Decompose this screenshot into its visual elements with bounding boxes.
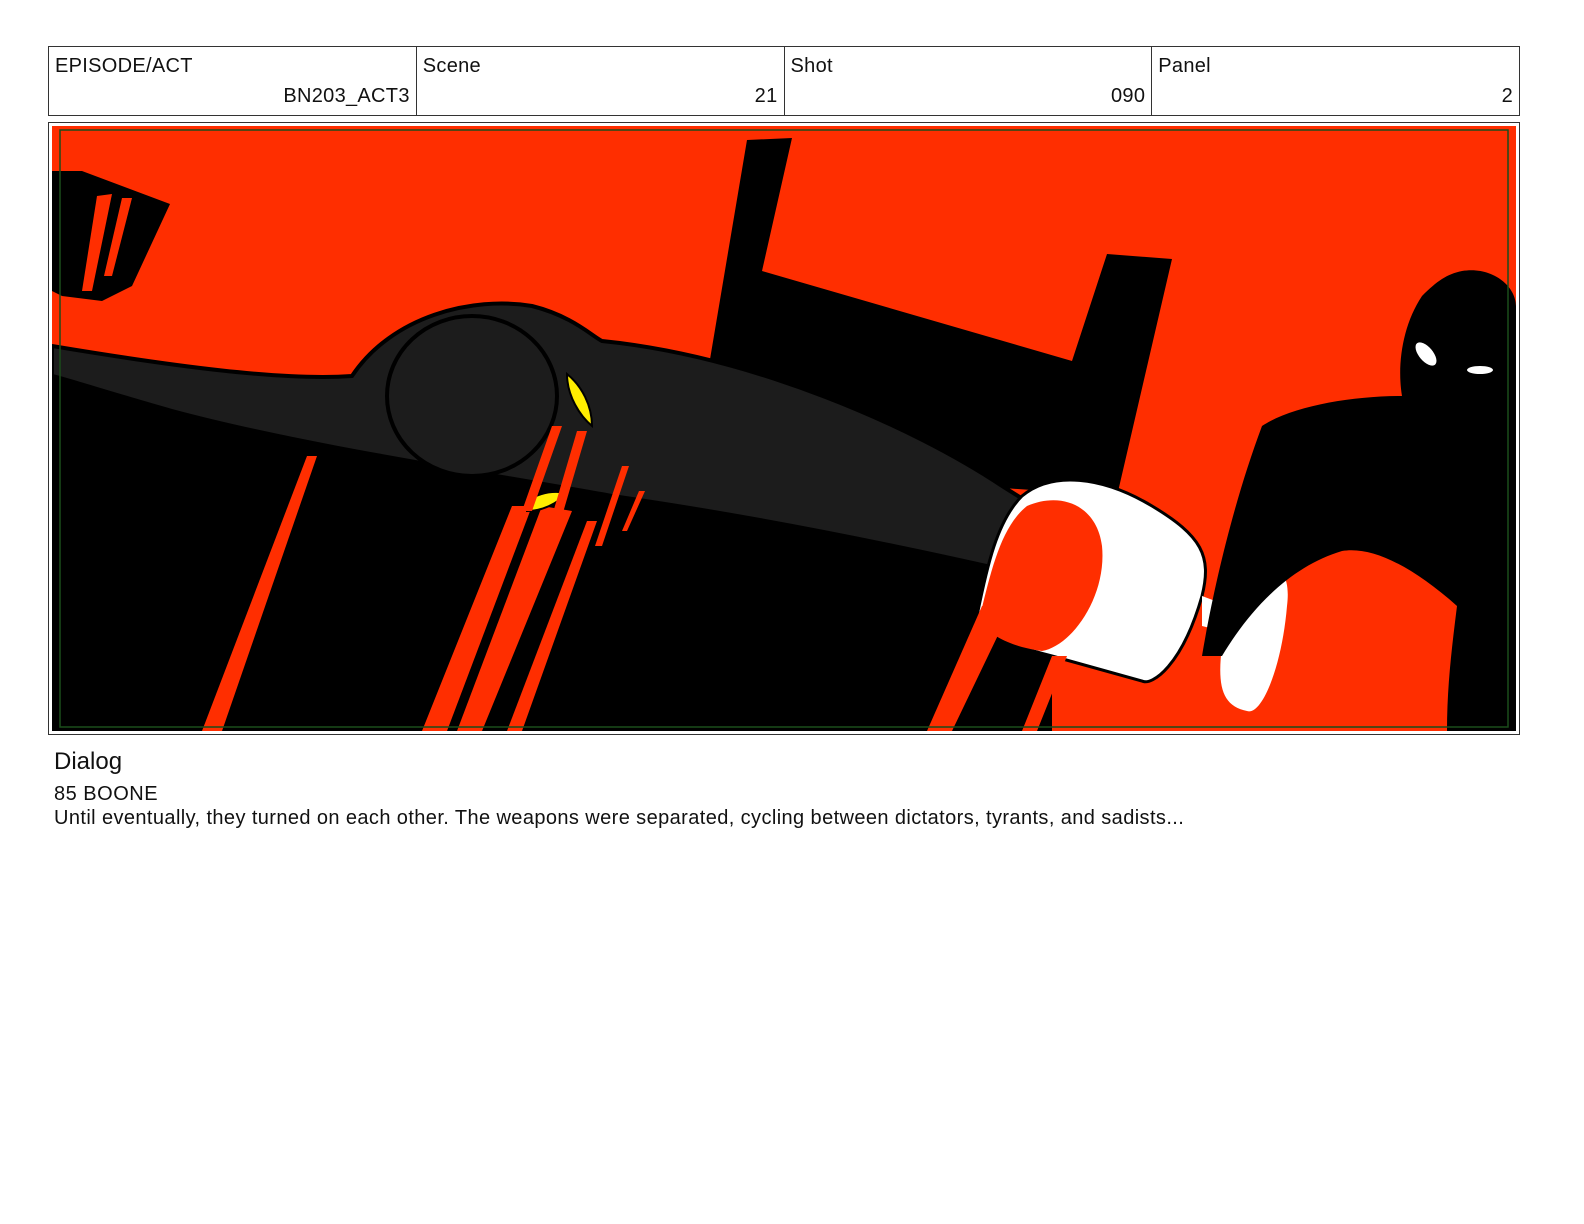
header-table: EPISODE/ACT BN203_ACT3 Scene 21 Shot 090… [48, 46, 1520, 116]
shot-value: 090 [1110, 85, 1146, 107]
episode-value: BN203_ACT3 [283, 85, 410, 107]
scene-value: 21 [754, 85, 778, 107]
dialog-title: Dialog [54, 748, 123, 775]
dialog-line: Until eventually, they turned on each ot… [54, 807, 1185, 829]
episode-cell: EPISODE/ACT BN203_ACT3 [49, 47, 417, 115]
panel-value: 2 [1501, 85, 1513, 107]
scene-label: Scene [422, 55, 481, 77]
storyboard-artwork [52, 126, 1516, 731]
shot-cell: Shot 090 [785, 47, 1153, 115]
episode-label: EPISODE/ACT [55, 55, 193, 77]
figure-head [385, 314, 559, 478]
panel-cell: Panel 2 [1152, 47, 1519, 115]
standing-figure-eye-right [1467, 366, 1493, 374]
storyboard-panel [48, 122, 1520, 735]
panel-label: Panel [1158, 55, 1211, 77]
scene-cell: Scene 21 [417, 47, 785, 115]
dialog-speaker: 85 BOONE [54, 783, 159, 805]
shot-label: Shot [790, 55, 833, 77]
